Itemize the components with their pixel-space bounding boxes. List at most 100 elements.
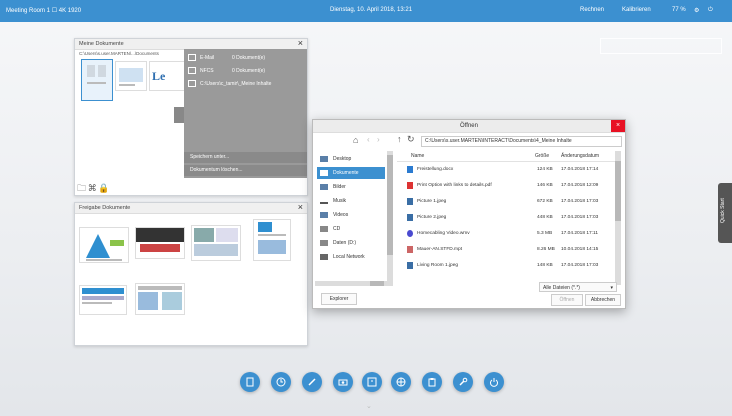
side-tab-label: Quick Start: [720, 198, 726, 223]
file-row[interactable]: Picture 1.jpeg 672 KB 17.04.2018 17:03: [397, 195, 615, 208]
document-thumbnail[interactable]: [81, 59, 113, 101]
place-bilder[interactable]: Bilder: [317, 181, 385, 193]
pen-icon: [308, 378, 316, 386]
document-thumbnail[interactable]: [115, 61, 147, 91]
places-hscrollbar[interactable]: [315, 281, 393, 286]
document-thumbnail[interactable]: [79, 285, 127, 315]
document-thumbnail[interactable]: [253, 219, 291, 261]
menu-item-nfcs[interactable]: NFCS 0 Dokument(e): [188, 66, 303, 76]
music-icon: [320, 198, 328, 204]
place-desktop[interactable]: Desktop: [317, 153, 385, 165]
file-size: 448 KB: [537, 215, 553, 220]
file-row[interactable]: Homecabling Video.wmv 5.3 MB 17.04.2018 17…: [397, 227, 615, 240]
column-date[interactable]: Änderungsdatum: [561, 151, 599, 161]
place-label: Daten (D:): [333, 240, 357, 246]
power-button[interactable]: [484, 372, 504, 392]
pdf-icon: [407, 182, 413, 189]
power-icon[interactable]: ⏻: [708, 7, 713, 14]
dialog-footer: Explorer Alle Dateien (*.*) ▾ Öffnen Abbr…: [313, 282, 625, 308]
menu-item-email[interactable]: E-Mail 0 Dokument(e): [188, 53, 303, 63]
grey-handle[interactable]: [174, 107, 184, 123]
file-size: 148 KB: [537, 263, 553, 268]
image-icon: [407, 214, 413, 221]
drive-icon: [320, 226, 328, 232]
place-dokumente[interactable]: Dokumente: [317, 167, 385, 179]
file-list-header: Name Größe Änderungsdatum: [397, 151, 615, 162]
lock-icon[interactable]: 🔒: [98, 183, 109, 193]
file-date: 17.04.2018 12:09: [561, 183, 599, 188]
forward-icon[interactable]: ›: [377, 135, 380, 144]
clock-icon: [276, 377, 286, 387]
gear-icon[interactable]: ⚙: [694, 7, 699, 14]
place-musik[interactable]: Musik: [317, 195, 385, 207]
context-menu: E-Mail 0 Dokument(e) NFCS 0 Dokument(e) …: [184, 49, 307, 178]
wrench-button[interactable]: [453, 372, 473, 392]
folder-icon: [188, 80, 196, 88]
file-date: 10.04.2018 14:15: [561, 247, 599, 252]
cancel-button[interactable]: Abbrechen: [585, 294, 621, 306]
dialog-nav: ⌂ ‹ › ↑ ↻ C:\Users\s.user.MARTEN\INTERAC…: [313, 133, 625, 149]
quick-start-tab[interactable]: Quick Start: [718, 183, 732, 243]
folder-icon[interactable]: 🗀: [77, 183, 86, 193]
document-icon: [320, 170, 328, 176]
document-thumbnail[interactable]: [135, 283, 185, 315]
timer-icon: [367, 377, 377, 387]
document-thumbnail[interactable]: [79, 227, 129, 263]
menu-item-delete[interactable]: Dokumentum löschen...: [184, 165, 307, 176]
camera-button[interactable]: [333, 372, 353, 392]
column-name[interactable]: Name: [411, 151, 424, 161]
close-icon[interactable]: ×: [298, 202, 303, 212]
file-name: Print Option with links to details.pdf: [417, 183, 492, 188]
camera-icon: [338, 379, 348, 386]
file-name: Homecabling Video.wmv: [417, 231, 470, 236]
place-label: Dokumente: [333, 170, 359, 176]
path-field[interactable]: C:\Users\s.user.MARTEN\INTERACT\Document…: [421, 136, 622, 147]
kalibrieren-button[interactable]: Kalibrieren: [622, 7, 651, 13]
top-bar: Meeting Room 1 ☐ 4K 1920 Dienstag, 10. A…: [0, 0, 732, 22]
explorer-button[interactable]: Explorer: [321, 293, 357, 305]
document-button[interactable]: [240, 372, 260, 392]
rechnen-button[interactable]: Rechnen: [580, 7, 604, 13]
file-row[interactable]: Freistellung.docx 124 KB 17.04.2018 17:14: [397, 163, 615, 176]
place-videos[interactable]: Videos: [317, 209, 385, 221]
scan-icon[interactable]: ⌘: [88, 183, 97, 193]
freigabe-dokumente-panel: Freigabe Dokumente ×: [74, 202, 308, 346]
close-icon[interactable]: ×: [611, 120, 625, 132]
file-name: Picture 1.jpeg: [417, 199, 447, 204]
meine-dokumente-panel: Meine Dokumente × C:\Users\s.user.MARTEN…: [74, 38, 308, 196]
chevron-down-icon[interactable]: ⌄: [366, 402, 372, 410]
open-button[interactable]: Öffnen: [551, 294, 583, 306]
file-date: 17.04.2018 17:11: [561, 231, 598, 236]
document-thumbnail[interactable]: [135, 227, 185, 259]
home-icon[interactable]: ⌂: [353, 135, 358, 145]
file-row[interactable]: Living Room 1.jpeg 148 KB 17.04.2018 17:03: [397, 259, 615, 272]
place-daten[interactable]: Daten (D:): [317, 237, 385, 249]
menu-item-folder[interactable]: C:\Users\c_tamir\_Meine Inhalte: [188, 79, 303, 89]
filter-select[interactable]: Alle Dateien (*.*) ▾: [539, 282, 617, 292]
clipboard-button[interactable]: [422, 372, 442, 392]
place-cd[interactable]: CD: [317, 223, 385, 235]
column-size[interactable]: Größe: [535, 151, 549, 161]
clock-button[interactable]: [271, 372, 291, 392]
video-icon: [407, 230, 413, 237]
refresh-icon[interactable]: ↻: [407, 134, 415, 145]
file-row[interactable]: Print Option with links to details.pdf 14…: [397, 179, 615, 192]
file-list: Name Größe Änderungsdatum Freistellung.d…: [397, 151, 615, 285]
back-icon[interactable]: ‹: [367, 135, 370, 144]
file-row[interactable]: Picture 2.jpeg 448 KB 17.04.2018 17:03: [397, 211, 615, 224]
places-scrollbar[interactable]: [387, 151, 393, 281]
file-row[interactable]: Mauer-AN.STFD.mpt 8.26 MB 10.04.2018 14:15: [397, 243, 615, 256]
globe-button[interactable]: [391, 372, 411, 392]
up-arrow-icon[interactable]: ↑: [397, 134, 402, 144]
place-network[interactable]: Local Network: [317, 251, 385, 263]
pen-button[interactable]: [302, 372, 322, 392]
file-name: Picture 2.jpeg: [417, 215, 447, 220]
menu-item-save-as[interactable]: Speichern unter...: [184, 152, 307, 163]
room-info[interactable]: Meeting Room 1 ☐ 4K 1920: [6, 7, 81, 14]
document-thumbnail[interactable]: Le: [149, 61, 185, 91]
files-scrollbar[interactable]: [615, 151, 621, 285]
close-icon[interactable]: ×: [298, 38, 303, 48]
chevron-down-icon: ▾: [610, 285, 613, 291]
timer-button[interactable]: [362, 372, 382, 392]
document-thumbnail[interactable]: [191, 225, 241, 261]
